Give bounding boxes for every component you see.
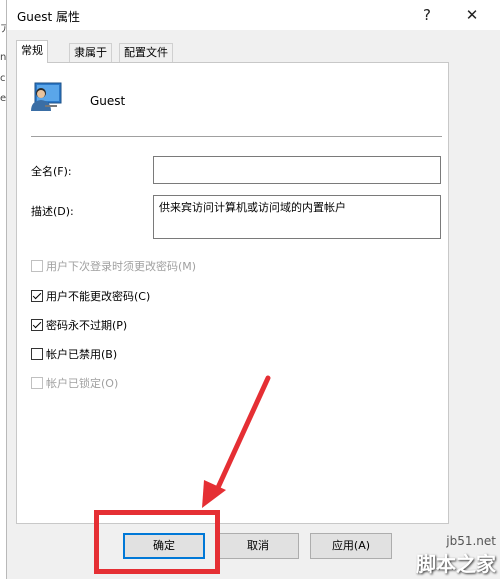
tab-general[interactable]: 常规 xyxy=(16,40,48,63)
full-name-field[interactable] xyxy=(153,156,441,184)
checkbox[interactable] xyxy=(31,377,43,389)
checkbox[interactable] xyxy=(31,290,43,302)
checkbox-label: 用户不能更改密码(C) xyxy=(46,290,151,303)
user-name: Guest xyxy=(90,94,126,108)
user-account-icon xyxy=(31,82,62,111)
description-field[interactable]: 供来宾访问计算机或访问域的内置帐户 xyxy=(153,195,441,239)
full-name-label: 全名(F): xyxy=(31,165,72,178)
checkmark-icon xyxy=(32,290,42,300)
checkbox-cannot-change-password[interactable]: 用户不能更改密码(C) xyxy=(31,288,150,304)
tab-member-of[interactable]: 隶属于 xyxy=(69,43,112,62)
checkbox-label: 帐户已锁定(O) xyxy=(46,377,119,390)
checkbox[interactable] xyxy=(31,348,43,360)
help-button[interactable]: ? xyxy=(413,4,441,26)
checkbox-account-locked[interactable]: 帐户已锁定(O) xyxy=(31,375,118,391)
checkbox-label: 帐户已禁用(B) xyxy=(46,348,118,361)
checkbox-password-never-expires[interactable]: 密码永不过期(P) xyxy=(31,317,127,333)
checkbox-label: 用户下次登录时须更改密码(M) xyxy=(46,260,197,273)
title-bar[interactable]: Guest 属性 ? ✕ xyxy=(7,0,500,30)
checkbox-label: 密码永不过期(P) xyxy=(46,319,128,332)
checkbox-account-disabled[interactable]: 帐户已禁用(B) xyxy=(31,346,117,362)
ok-button[interactable]: 确定 xyxy=(123,533,205,559)
checkbox[interactable] xyxy=(31,260,43,272)
divider xyxy=(31,136,442,137)
checkbox-must-change-password[interactable]: 用户下次登录时须更改密码(M) xyxy=(31,258,196,274)
properties-dialog: Guest 属性 ? ✕ 常规 隶属于 配置文件 Guest 全名(F): 描述… xyxy=(6,0,500,579)
general-tab-panel: Guest 全名(F): 描述(D): 供来宾访问计算机或访问域的内置帐户 用户… xyxy=(16,62,449,524)
tab-profile[interactable]: 配置文件 xyxy=(119,43,173,62)
close-button[interactable]: ✕ xyxy=(458,4,486,26)
dialog-title: Guest 属性 xyxy=(17,10,81,24)
checkbox[interactable] xyxy=(31,319,43,331)
dialog-client-area: 常规 隶属于 配置文件 Guest 全名(F): 描述(D): 供来宾访问计算机… xyxy=(7,30,500,579)
cancel-button[interactable]: 取消 xyxy=(217,533,299,559)
description-label: 描述(D): xyxy=(31,205,74,218)
apply-button[interactable]: 应用(A) xyxy=(310,533,392,559)
checkmark-icon xyxy=(32,319,42,329)
